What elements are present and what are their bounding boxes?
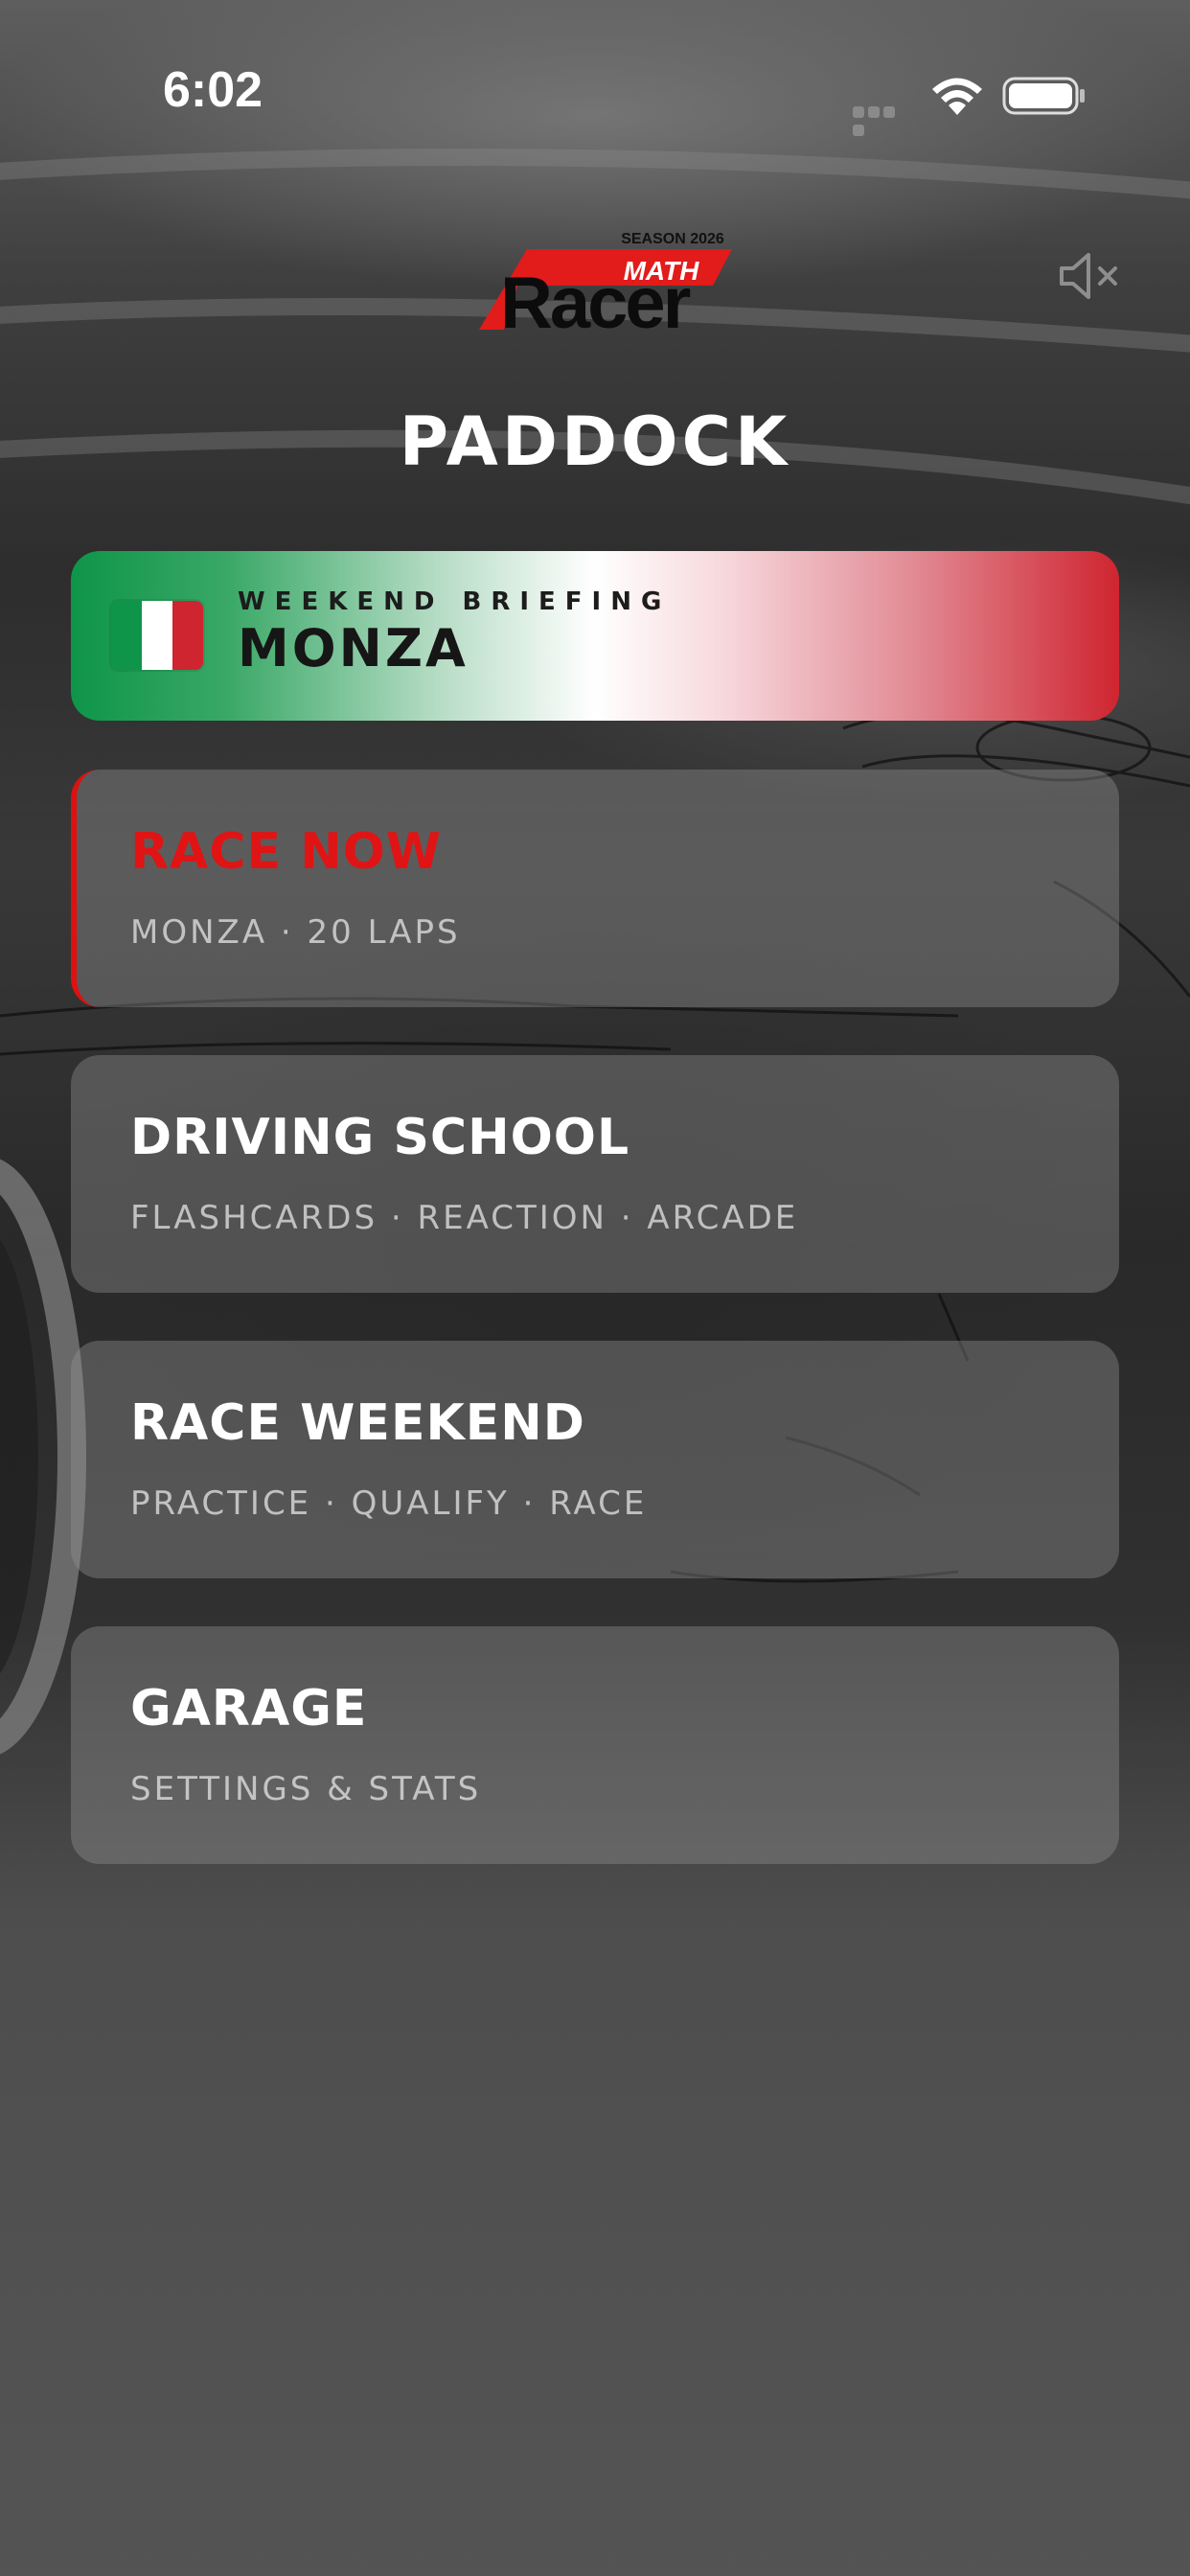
race-weekend-subtitle: PRACTICE · QUALIFY · RACE (130, 1484, 648, 1523)
driving-school-button[interactable]: DRIVING SCHOOL FLASHCARDS · REACTION · A… (71, 1055, 1119, 1293)
driving-school-title: DRIVING SCHOOL (130, 1109, 630, 1166)
garage-button[interactable]: GARAGE SETTINGS & STATS (71, 1626, 1119, 1864)
battery-icon (1002, 77, 1085, 115)
speaker-muted-icon[interactable] (1058, 249, 1121, 303)
race-weekend-title: RACE WEEKEND (130, 1394, 585, 1452)
math-racer-logo: SEASON 2026 MATH Racer (479, 231, 732, 332)
italy-flag-icon (111, 601, 203, 670)
briefing-kicker: WEEKEND BRIEFING (238, 587, 672, 616)
weekend-briefing-banner[interactable]: WEEKEND BRIEFING MONZA (71, 551, 1119, 721)
status-time: 6:02 (163, 62, 263, 118)
svg-text:Racer: Racer (500, 263, 691, 332)
garage-subtitle: SETTINGS & STATS (130, 1770, 482, 1808)
race-weekend-button[interactable]: RACE WEEKEND PRACTICE · QUALIFY · RACE (71, 1341, 1119, 1578)
svg-text:SEASON 2026: SEASON 2026 (621, 231, 724, 247)
race-now-title: RACE NOW (130, 823, 443, 881)
garage-title: GARAGE (130, 1680, 368, 1737)
page-title: PADDOCK (399, 402, 791, 481)
race-now-button[interactable]: RACE NOW MONZA · 20 LAPS (71, 770, 1119, 1007)
status-bar: 6:02 (0, 0, 1190, 192)
cellular-signal-icon (853, 104, 912, 136)
driving-school-subtitle: FLASHCARDS · REACTION · ARCADE (130, 1199, 799, 1237)
wifi-icon (932, 78, 982, 115)
briefing-location: MONZA (238, 618, 469, 678)
race-now-subtitle: MONZA · 20 LAPS (130, 913, 461, 952)
